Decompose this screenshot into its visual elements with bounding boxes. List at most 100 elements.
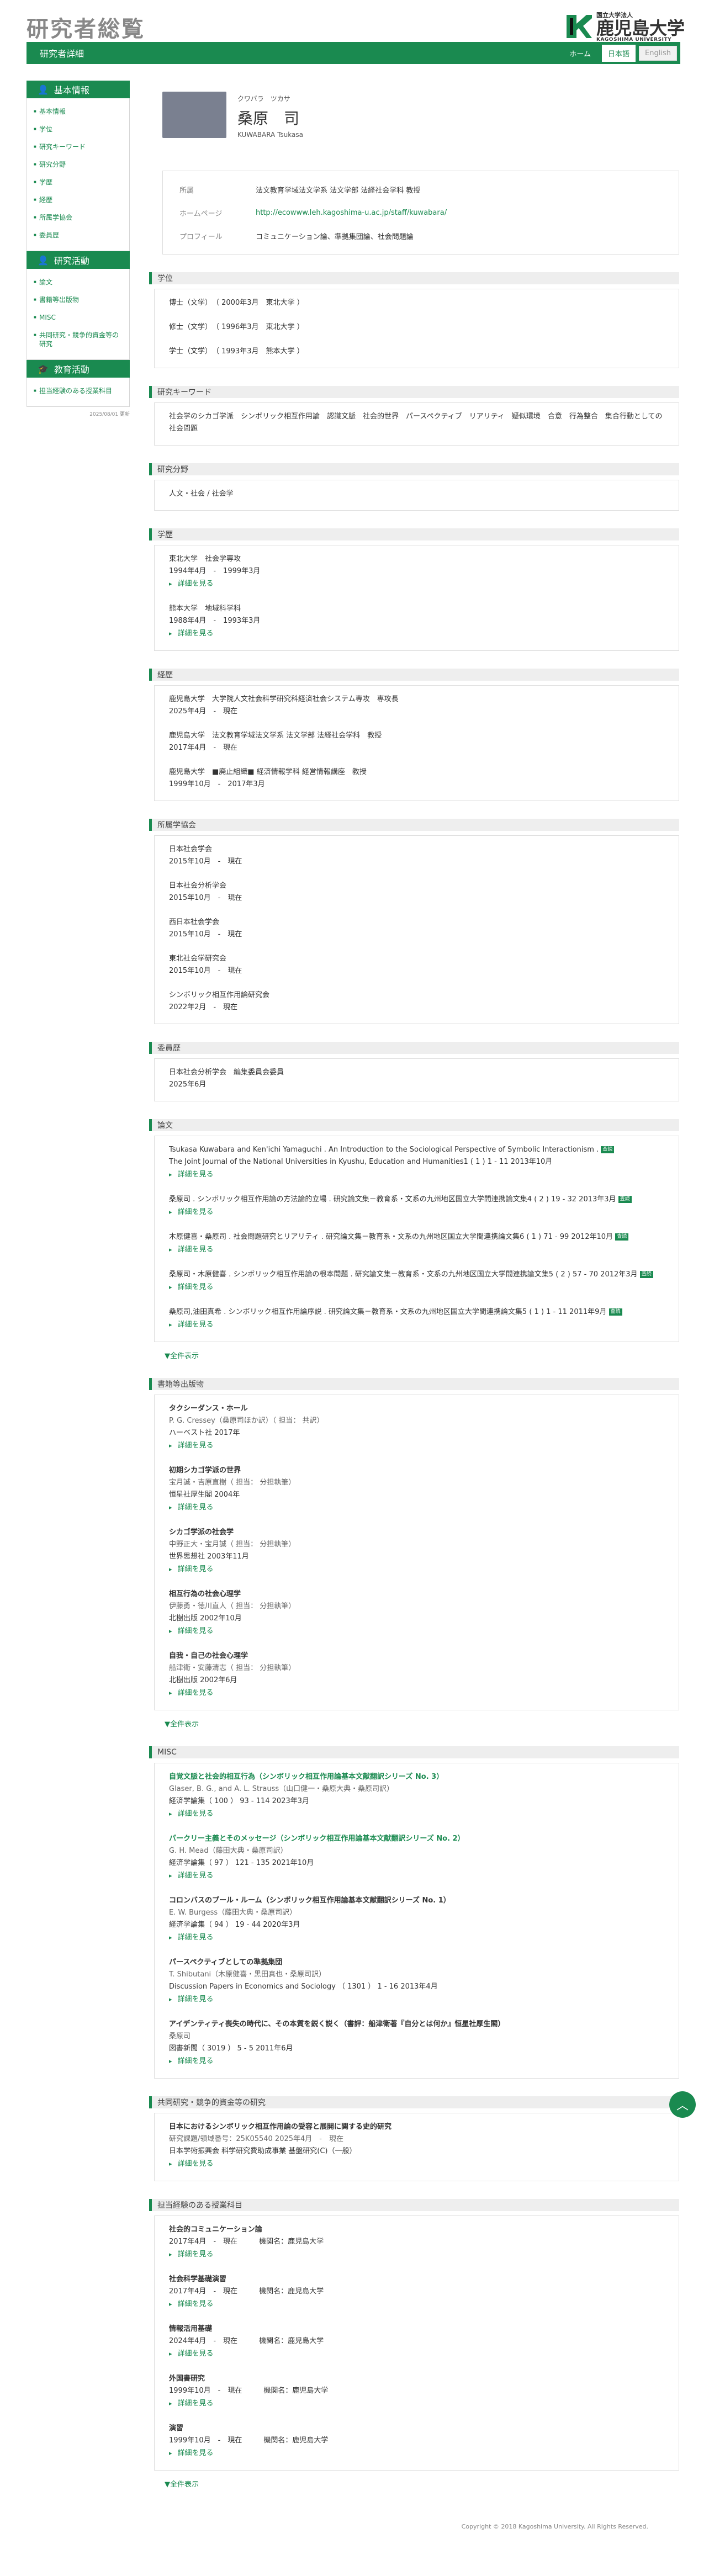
site-title[interactable]: 研究者総覧 (27, 11, 145, 42)
list-item: パースペクティブとしての準拠集団 T. Shibutani（木原健喜・黒田真也・桑… (169, 1957, 664, 2006)
show-all-link[interactable]: ▼全件表示 (165, 2478, 679, 2489)
university-logo[interactable]: 国立大学法人 鹿児島大学 KAGOSHIMA UNIVERSITY (564, 11, 685, 43)
item-title: 東北社会学研究会 (169, 955, 227, 963)
item-title: 社会的コミュニケーション論 (169, 2225, 262, 2234)
detail-link[interactable]: 詳細を見る (169, 1869, 664, 1883)
sidebar-item[interactable]: 論文 (27, 278, 129, 287)
lang-ja-button[interactable]: 日本語 (602, 44, 636, 62)
item-title: 日本におけるシンボリック相互作用論の受容と展開に関する史的研究 (169, 2123, 392, 2131)
lang-en-button[interactable]: English (639, 45, 677, 61)
section-heading: 委員歴 (149, 1042, 679, 1054)
sidebar-item[interactable]: 共同研究・競争的資金等の研究 (27, 331, 129, 348)
item-period: 2024年4月 - 現在 (169, 2337, 238, 2345)
item-meta: ハーベスト社 2017年 (169, 1429, 240, 1437)
sidebar-item[interactable]: 学歴 (27, 178, 129, 187)
list-item: 西日本社会学会 2015年10月 - 現在 (169, 916, 664, 941)
sidebar-list: 基本情報学位研究キーワード研究分野学歴経歴所属学協会委員歴 (27, 98, 130, 251)
sidebar-item[interactable]: 委員歴 (27, 231, 129, 240)
item-meta: 恒星社厚生閣 2004年 (169, 1491, 240, 1499)
item-period: 1999年10月 - 現在 (169, 2387, 242, 2395)
list-item: 日本社会学会 2015年10月 - 現在 (169, 844, 664, 868)
item-text: 学士（文学） （ 1993年3月 熊本大学 ） (169, 347, 304, 356)
detail-link[interactable]: 詳細を見る (169, 2055, 664, 2068)
detail-link[interactable]: 詳細を見る (169, 1993, 664, 2006)
sidebar-item[interactable]: 所属学協会 (27, 213, 129, 222)
sidebar-item[interactable]: 基本情報 (27, 107, 129, 116)
item-meta: 経済学論集（ 94 ） 19 - 44 2020年3月 (169, 1921, 300, 1929)
detail-link[interactable]: 詳細を見る (169, 1281, 664, 1294)
detail-link[interactable]: 詳細を見る (169, 1931, 664, 1944)
logo-name: 鹿児島大学 (596, 18, 685, 39)
section-heading: 学位 (149, 272, 679, 284)
section-career: 経歴 鹿児島大学 大学院人文社会科学研究科経済社会システム専攻 専攻長 2025年4… (149, 669, 679, 801)
header: 研究者総覧 国立大学法人 鹿児島大学 KAGOSHIMA UNIVERSITY (0, 0, 709, 43)
sidebar-item[interactable]: 研究分野 (27, 160, 129, 169)
section-text: 人文・社会 / 社会学 (169, 490, 234, 498)
list-item: 演習 1999年10月 - 現在 機関名：鹿児島大学詳細を見る (169, 2423, 664, 2460)
sidebar-item[interactable]: 学位 (27, 125, 129, 134)
item-sub: Glaser, B. G., and A. L. Strauss（山口健一・桑原… (169, 1785, 394, 1793)
list-item: シカゴ学派の社会学 中野正大・宝月誠（ 担当： 分担執筆） 世界思想社 2003年1… (169, 1526, 664, 1576)
section-grants: 共同研究・競争的資金等の研究 日本におけるシンボリック相互作用論の受容と展開に関す… (149, 2096, 679, 2181)
home-link[interactable]: ホーム (569, 48, 591, 59)
homepage-link[interactable]: http://ecowww.leh.kagoshima-u.ac.jp/staf… (256, 209, 447, 217)
detail-link[interactable]: 詳細を見る (169, 1168, 664, 1181)
sidebar-item[interactable]: 担当経験のある授業科目 (27, 386, 129, 395)
detail-link[interactable]: 詳細を見る (169, 2397, 664, 2410)
scroll-top-button[interactable]: ︿ (669, 2091, 696, 2118)
section-committees: 委員歴日本社会分析学会 編集委員会委員 2025年6月 (149, 1042, 679, 1101)
section-body: 日本社会学会 2015年10月 - 現在 日本社会分析学会 2015年10月 - 現在… (154, 835, 679, 1024)
item-meta: 経済学論集（ 100 ） 93 - 114 2023年3月 (169, 1797, 310, 1805)
item-title: 自覚文脈と社会的相互行為（シンボリック相互作用論基本文献翻訳シリーズ No. 3… (169, 1773, 444, 1781)
detail-link[interactable]: 詳細を見る (169, 2447, 664, 2460)
item-meta: 2017年4月 - 現在 (169, 744, 238, 752)
detail-link[interactable]: 詳細を見る (169, 627, 664, 640)
user-icon: 👤 (38, 84, 49, 95)
detail-link[interactable]: 詳細を見る (169, 1243, 664, 1257)
page-title: 研究者詳細 (40, 49, 84, 59)
sidebar-item[interactable]: 研究キーワード (27, 142, 129, 151)
show-all-link[interactable]: ▼全件表示 (165, 1718, 679, 1729)
list-item: 木原健喜・桑原司 . 社会問題研究とリアリティ . 研究論文集－教育系・文系の九… (169, 1231, 664, 1257)
section-education: 学歴東北大学 社会学専攻1994年4月 - 1999年3月詳細を見る熊本大学 地… (149, 528, 679, 651)
detail-link[interactable]: 詳細を見る (169, 2298, 664, 2311)
detail-link[interactable]: 詳細を見る (169, 1501, 664, 1514)
sidebar-item[interactable]: 経歴 (27, 195, 129, 204)
detail-link[interactable]: 詳細を見る (169, 1808, 664, 1821)
title-bar: 研究者詳細 ホーム 日本語 English (27, 42, 680, 64)
list-item: Tsukasa Kuwabara and Ken'ichi Yamaguchi … (169, 1144, 664, 1181)
user-icon: 👤 (38, 255, 49, 266)
detail-link[interactable]: 詳細を見る (169, 1687, 664, 1700)
detail-link[interactable]: 詳細を見る (169, 1625, 664, 1638)
section-body: 日本におけるシンボリック相互作用論の受容と展開に関する史的研究 研究課題/領域番号… (154, 2113, 679, 2181)
show-all-link[interactable]: ▼全件表示 (165, 1350, 679, 1360)
item-title: 鹿児島大学 ■廃止組織■ 経済情報学科 経営情報講座 教授 (169, 768, 367, 776)
sidebar-item[interactable]: 書籍等出版物 (27, 295, 129, 304)
section-heading: 研究キーワード (149, 386, 679, 398)
profile-header: クワバラ ツカサ 桑原 司 KUWABARA Tsukasa (149, 81, 679, 139)
detail-link[interactable]: 詳細を見る (169, 1563, 664, 1576)
list-item: 情報活用基礎 2024年4月 - 現在 機関名：鹿児島大学詳細を見る (169, 2323, 664, 2361)
item-meta: Discussion Papers in Economics and Socio… (169, 1983, 438, 1991)
list-item: 日本社会分析学会 編集委員会委員 2025年6月 (169, 1067, 664, 1091)
last-updated: 2025/08/01 更新 (89, 412, 130, 417)
section-fields: 研究分野 人文・社会 / 社会学 (149, 463, 679, 511)
item-meta: 世界思想社 2003年11月 (169, 1552, 249, 1561)
detail-link[interactable]: 詳細を見る (169, 1439, 664, 1453)
detail-link[interactable]: 詳細を見る (169, 577, 664, 591)
detail-link[interactable]: 詳細を見る (169, 1206, 664, 1219)
detail-link[interactable]: 詳細を見る (169, 2158, 664, 2171)
item-period: 2017年4月 - 現在 (169, 2287, 238, 2296)
name-romaji: KUWABARA Tsukasa (237, 131, 303, 139)
list-item: コロンバスのプール・ルーム（シンボリック相互作用論基本文献翻訳シリーズ No. … (169, 1895, 664, 1944)
detail-link[interactable]: 詳細を見る (169, 2347, 664, 2361)
section-body: 東北大学 社会学専攻1994年4月 - 1999年3月詳細を見る熊本大学 地域科… (154, 545, 679, 651)
item-sub: 中野正大・宝月誠（ 担当： 分担執筆） (169, 1540, 296, 1549)
section-misc: MISC 自覚文脈と社会的相互行為（シンボリック相互作用論基本文献翻訳シリーズ N… (149, 1746, 679, 2079)
sidebar-item[interactable]: MISC (27, 313, 129, 322)
detail-link[interactable]: 詳細を見る (169, 2248, 664, 2261)
item-period: 1999年10月 - 現在 (169, 2436, 242, 2445)
detail-link[interactable]: 詳細を見る (169, 1318, 664, 1332)
researcher-photo (162, 92, 226, 138)
section-heading: MISC (149, 1746, 679, 1758)
